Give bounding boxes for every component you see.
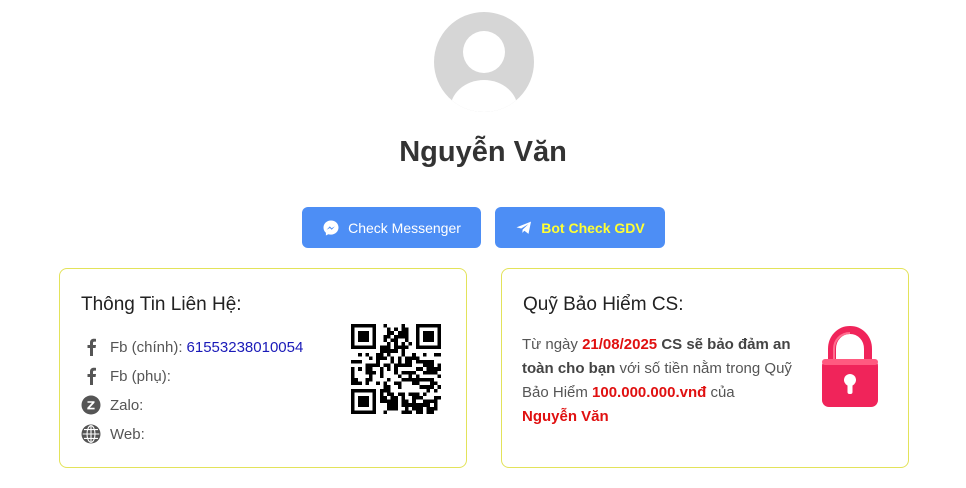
contact-row-fb-main: Fb (chính): 61553238010054	[81, 336, 303, 358]
facebook-icon	[81, 366, 101, 386]
qr-code-image	[351, 324, 441, 414]
insurance-text-part: Từ ngày	[522, 336, 583, 353]
contact-label: Zalo:	[110, 396, 144, 414]
insurance-fund-title: Quỹ Bảo Hiểm CS:	[523, 294, 684, 315]
contact-label: Fb (chính):	[110, 338, 183, 356]
padlock-icon	[822, 325, 878, 407]
insurance-description: Từ ngày 21/08/2025 CS sẽ bảo đảm an toàn…	[522, 333, 797, 429]
check-messenger-button[interactable]: Check Messenger	[302, 207, 481, 248]
contact-value-link[interactable]: 61553238010054	[187, 339, 304, 356]
contact-row-fb-secondary: Fb (phụ):	[81, 365, 175, 387]
contact-info-card: Thông Tin Liên Hệ: Fb (chính): 615532380…	[59, 268, 467, 468]
contact-label: Fb (phụ):	[110, 367, 171, 385]
facebook-icon	[81, 337, 101, 357]
profile-name: Nguyễn Văn	[399, 136, 567, 168]
insurance-start-date: 21/08/2025	[582, 336, 658, 353]
insurance-owner-name: Nguyễn Văn	[522, 408, 609, 425]
insurance-amount: 100.000.000.vnđ	[592, 384, 707, 401]
insurance-text-part: của	[706, 384, 735, 401]
user-avatar-icon	[450, 31, 518, 112]
contact-label: Web:	[110, 425, 145, 443]
insurance-fund-card: Quỹ Bảo Hiểm CS: Từ ngày 21/08/2025 CS s…	[501, 268, 909, 468]
contact-info-title: Thông Tin Liên Hệ:	[81, 294, 242, 315]
avatar	[434, 12, 534, 112]
contact-row-zalo: Zalo:	[81, 394, 147, 416]
globe-icon	[81, 424, 101, 444]
check-messenger-label: Check Messenger	[348, 219, 461, 236]
bot-check-gdv-label: Bot Check GDV	[541, 219, 645, 236]
zalo-icon	[81, 395, 101, 415]
contact-row-web: Web:	[81, 423, 149, 445]
telegram-icon	[516, 221, 532, 234]
bot-check-gdv-button[interactable]: Bot Check GDV	[495, 207, 665, 248]
messenger-icon	[323, 220, 339, 235]
